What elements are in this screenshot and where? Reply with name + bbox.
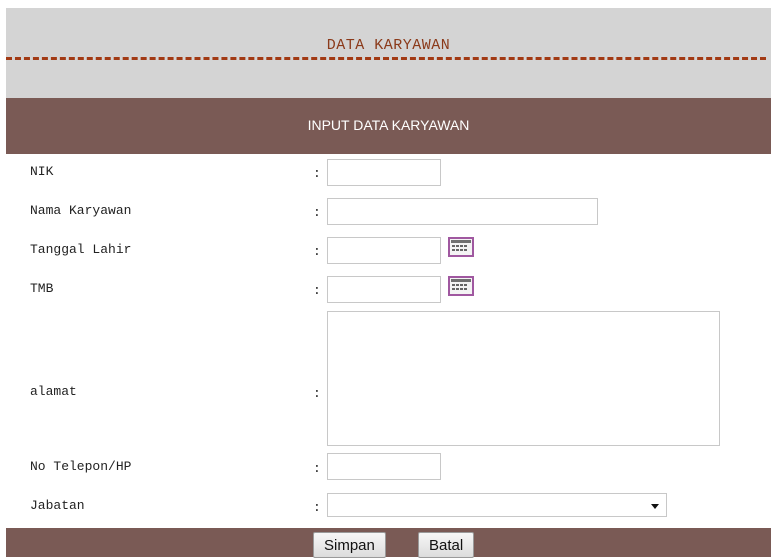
action-bar (6, 528, 771, 557)
top-strip (0, 0, 771, 8)
jabatan-select[interactable] (327, 493, 667, 517)
calendar-grid (451, 240, 471, 251)
tanggal-lahir-label: Tanggal Lahir (30, 242, 132, 257)
jabatan-label: Jabatan (30, 498, 85, 513)
telepon-colon: : (313, 461, 321, 476)
alamat-colon: : (313, 386, 321, 401)
chevron-down-icon (651, 504, 659, 509)
batal-button[interactable]: Batal (418, 532, 475, 558)
dashed-divider (6, 57, 766, 60)
nama-colon: : (313, 205, 321, 220)
nik-colon: : (313, 166, 321, 181)
nik-label: NIK (30, 164, 54, 179)
page-header: DATA KARYAWAN (6, 8, 771, 98)
alamat-label: alamat (30, 384, 77, 399)
alamat-textarea[interactable] (327, 311, 720, 446)
calendar-grid (451, 279, 471, 290)
calendar-icon[interactable] (448, 276, 474, 296)
tmb-label: TMB (30, 281, 54, 296)
section-title: INPUT DATA KARYAWAN (307, 117, 470, 133)
calendar-icon[interactable] (448, 237, 474, 257)
nik-input[interactable] (327, 159, 441, 186)
page-title: DATA KARYAWAN (326, 37, 451, 54)
tanggal-lahir-input[interactable] (327, 237, 441, 264)
tmb-input[interactable] (327, 276, 441, 303)
simpan-button[interactable]: Simpan (313, 532, 386, 558)
tanggal-lahir-colon: : (313, 244, 321, 259)
jabatan-colon: : (313, 500, 321, 515)
telepon-label: No Telepon/HP (30, 459, 132, 474)
nama-label: Nama Karyawan (30, 203, 132, 218)
nama-input[interactable] (327, 198, 598, 225)
section-header: INPUT DATA KARYAWAN (6, 98, 771, 154)
telepon-input[interactable] (327, 453, 441, 480)
tmb-colon: : (313, 283, 321, 298)
